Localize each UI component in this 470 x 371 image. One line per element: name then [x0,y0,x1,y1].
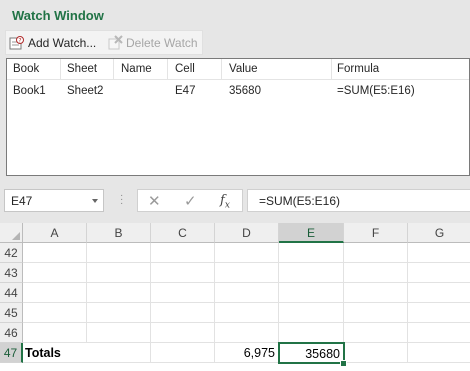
enter-icon[interactable]: ✓ [184,192,197,210]
formula-bar: E47 · · · ✕ ✓ fx =SUM(E5:E16) [0,186,470,216]
formula-controls: ✕ ✓ fx [137,189,243,212]
cell-g45[interactable] [408,303,470,323]
watch-col-cell[interactable]: Cell [175,59,222,79]
resize-handle-icon[interactable]: · · · [120,191,123,209]
column-header-e[interactable]: E [279,223,344,243]
cell-f42[interactable] [344,243,408,263]
cell-g44[interactable] [408,283,470,303]
cell-c43[interactable] [151,263,215,283]
watch-col-book[interactable]: Book [13,59,61,79]
cell-g47[interactable] [408,343,470,363]
column-header-b[interactable]: B [87,223,151,243]
cell-b46[interactable] [87,323,151,343]
cell-g43[interactable] [408,263,470,283]
name-box[interactable]: E47 [4,189,104,212]
fill-handle[interactable] [340,360,347,367]
spreadsheet-grid: A B C D E F G 42 43 44 45 46 47 Totals 6… [0,223,470,371]
cell-c46[interactable] [151,323,215,343]
select-all-button[interactable] [0,223,23,243]
formula-text: =SUM(E5:E16) [259,194,341,208]
cell-d42[interactable] [215,243,279,263]
cell-a42[interactable] [23,243,87,263]
cell-d44[interactable] [215,283,279,303]
watch-row-book: Book1 [13,85,46,97]
row-header-43[interactable]: 43 [0,263,23,283]
watch-list-row[interactable]: Book1 Sheet2 E47 35680 =SUM(E5:E16) [7,81,469,101]
cell-a43[interactable] [23,263,87,283]
cell-f44[interactable] [344,283,408,303]
cell-e47[interactable]: 35680 [278,342,345,364]
watch-list-header: Book Sheet Name Cell Value Formula [7,59,469,80]
watch-col-formula[interactable]: Formula [337,59,467,79]
watch-window-toolbar: ? Add Watch... Delete Watch [5,30,203,55]
column-header-a[interactable]: A [23,223,87,243]
cell-b44[interactable] [87,283,151,303]
cell-b43[interactable] [87,263,151,283]
watch-row-cell: E47 [175,85,196,97]
cell-c44[interactable] [151,283,215,303]
cell-a45[interactable] [23,303,87,323]
cell-f43[interactable] [344,263,408,283]
cell-c47[interactable] [151,343,215,363]
cell-a47[interactable]: Totals [23,343,87,363]
row-header-44[interactable]: 44 [0,283,23,303]
cell-e46[interactable] [279,323,344,343]
cell-f46[interactable] [344,323,408,343]
watch-col-value[interactable]: Value [229,59,332,79]
watch-list[interactable]: Book Sheet Name Cell Value Formula Book1… [6,58,470,176]
row-header-45[interactable]: 45 [0,303,23,323]
cell-f47[interactable] [344,343,408,363]
cell-d46[interactable] [215,323,279,343]
watch-window-title: Watch Window [12,8,104,23]
cell-b42[interactable] [87,243,151,263]
add-watch-button[interactable]: ? Add Watch... [9,34,96,51]
watch-row-value: 35680 [229,85,261,97]
watch-col-sheet[interactable]: Sheet [67,59,114,79]
cell-f45[interactable] [344,303,408,323]
insert-function-icon[interactable]: fx [220,193,230,211]
cell-e43[interactable] [279,263,344,283]
add-watch-icon: ? [9,35,24,49]
row-header-47[interactable]: 47 [0,343,23,363]
cell-b47[interactable] [87,343,151,363]
cell-c42[interactable] [151,243,215,263]
cell-g42[interactable] [408,243,470,263]
add-watch-label: Add Watch... [28,35,97,50]
delete-watch-icon [108,34,123,49]
column-header-g[interactable]: G [408,223,470,243]
cell-c45[interactable] [151,303,215,323]
cell-d47[interactable]: 6,975 [215,343,279,363]
watch-col-name[interactable]: Name [121,59,168,79]
svg-text:?: ? [18,37,21,44]
name-box-value: E47 [11,194,33,208]
cell-d45[interactable] [215,303,279,323]
watch-row-formula: =SUM(E5:E16) [337,85,415,97]
row-header-42[interactable]: 42 [0,243,23,263]
cell-a44[interactable] [23,283,87,303]
formula-input[interactable]: =SUM(E5:E16) [247,189,470,212]
cancel-icon[interactable]: ✕ [148,192,161,210]
column-header-f[interactable]: F [344,223,408,243]
delete-watch-button[interactable]: Delete Watch [107,34,198,51]
delete-watch-label: Delete Watch [126,35,198,50]
watch-row-sheet: Sheet2 [67,85,104,97]
row-header-46[interactable]: 46 [0,323,23,343]
cell-b45[interactable] [87,303,151,323]
cell-g46[interactable] [408,323,470,343]
cell-d43[interactable] [215,263,279,283]
column-header-d[interactable]: D [215,223,279,243]
cell-a46[interactable] [23,323,87,343]
cell-e42[interactable] [279,243,344,263]
chevron-down-icon[interactable] [92,199,98,203]
cell-e45[interactable] [279,303,344,323]
cell-e44[interactable] [279,283,344,303]
column-header-c[interactable]: C [151,223,215,243]
